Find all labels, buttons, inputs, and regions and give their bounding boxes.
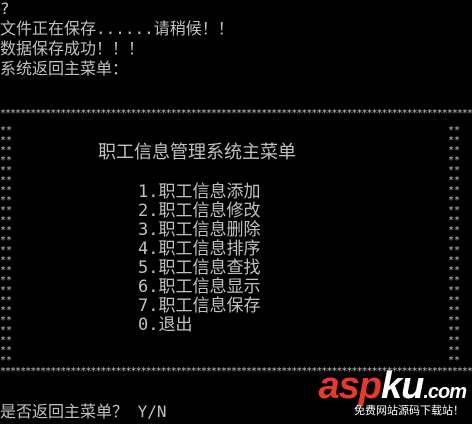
watermark-logo-part1: asp	[318, 365, 381, 407]
menu-border-right: ** ** ** ** ** ** ** ** ** ** ** ** ** *…	[448, 125, 461, 366]
watermark-logo-part2: ku	[380, 365, 424, 407]
menu-item-save: 7.职工信息保存	[138, 296, 261, 316]
menu-item-search: 5.职工信息查找	[138, 258, 261, 278]
menu-item-sort: 4.职工信息排序	[138, 239, 261, 259]
menu-item-display: 6.职工信息显示	[138, 277, 261, 297]
menu-item-delete: 3.职工信息删除	[138, 220, 261, 240]
menu-border-left: ** ** ** ** ** ** ** ** ** ** ** ** ** *…	[0, 125, 13, 366]
output-line-saving: 文件正在保存......请稍候！！	[0, 19, 234, 38]
menu-item-modify: 2.职工信息修改	[138, 201, 261, 221]
menu-item-exit: 0.退出	[138, 315, 193, 335]
output-line-return: 系统返回主菜单：	[0, 59, 129, 78]
console-window: ? 文件正在保存......请稍候！！ 数据保存成功！！！ 系统返回主菜单： *…	[0, 0, 472, 424]
return-prompt[interactable]: 是否返回主菜单？ Y/N	[0, 403, 167, 421]
watermark-logo-suffix: .com	[423, 381, 467, 403]
output-line-saved: 数据保存成功！！！	[0, 39, 145, 58]
output-line-question: ?	[0, 0, 10, 18]
menu-list: 1.职工信息添加 2.职工信息修改 3.职工信息删除 4.职工信息排序 5.职工…	[138, 183, 260, 335]
watermark-subtitle: 免费网站源码下载站！	[354, 405, 464, 417]
aspku-watermark: aspku.com 免费网站源码下载站！	[296, 365, 467, 420]
menu-item-add: 1.职工信息添加	[138, 182, 261, 202]
menu-border-top: ****************************************…	[0, 109, 472, 119]
menu-title: 职工信息管理系统主菜单	[98, 142, 296, 163]
